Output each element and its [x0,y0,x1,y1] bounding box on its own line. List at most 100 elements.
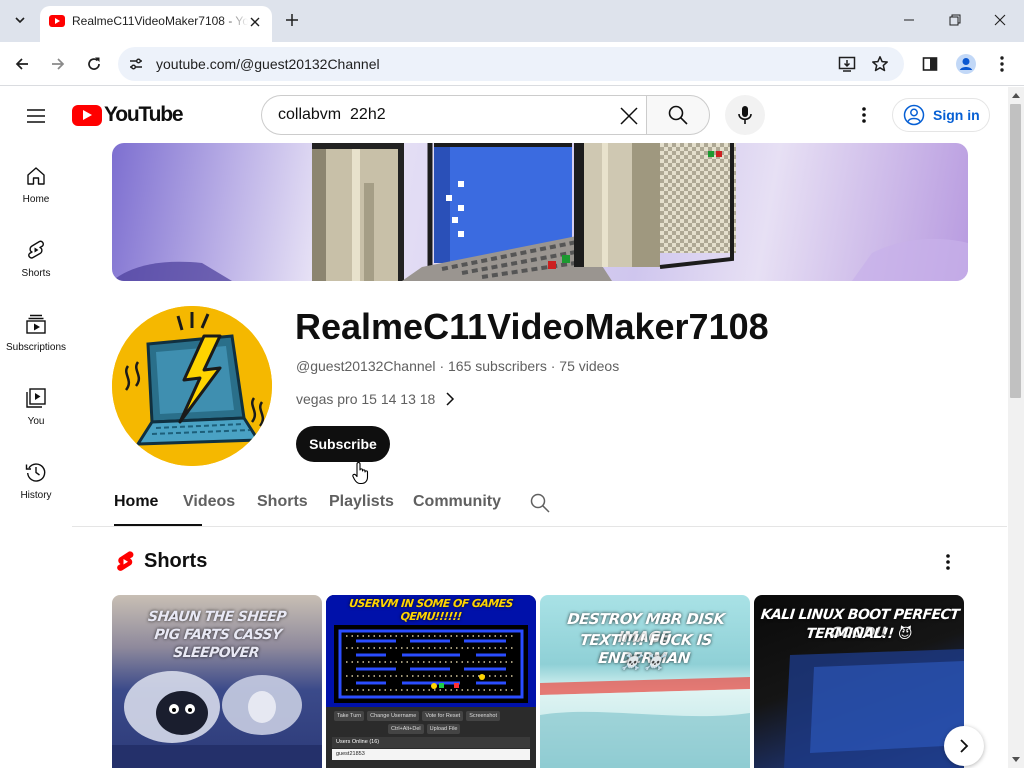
chevron-right-icon [446,392,455,406]
guide-item-history[interactable]: History [0,460,72,530]
close-icon [250,17,260,27]
scroll-down-button[interactable] [1008,752,1024,768]
youtube-favicon-icon [49,15,65,27]
back-button[interactable] [8,50,36,78]
forward-button[interactable] [44,50,72,78]
banner-pixel-computer-art [112,143,968,281]
minimize-icon [904,19,914,21]
channel-search-button[interactable] [528,491,552,515]
logo-text: YouTube [104,103,184,126]
shelf-next-button[interactable] [944,726,984,766]
guide-item-subscriptions[interactable]: Subscriptions [0,312,72,382]
address-bar[interactable]: youtube.com/@guest20132Channel [118,47,904,81]
site-info-button[interactable] [126,54,146,74]
reload-button[interactable] [80,50,108,78]
side-panel-icon [922,57,938,71]
close-icon [994,14,1006,26]
triangle-up-icon [1012,93,1020,98]
youtube-masthead: YouTube collabvm 22h2 Sign in [0,87,1008,143]
tab-playlists[interactable]: Playlists [329,493,394,511]
short-overlay-text: TERMINAL!! 😈 [805,626,913,642]
guide-item-you[interactable]: You [0,386,72,456]
vm-button: Ctrl+Alt+Del [388,724,424,734]
short-card[interactable]: DESTROY MBR DISK IMAGE TEXT!!!! FUCK IS … [540,595,750,768]
kebab-menu-icon [862,107,866,123]
bookmark-button[interactable] [869,53,891,75]
guide-item-shorts[interactable]: Shorts [0,238,72,308]
kebab-menu-icon [946,554,950,570]
restore-button[interactable] [935,6,975,34]
vm-button: Upload File [426,724,461,734]
sign-in-button[interactable]: Sign in [892,98,990,132]
tab-close-button[interactable] [246,13,264,31]
tab-videos[interactable]: Videos [183,493,235,511]
clear-search-button[interactable] [615,102,643,130]
scrollbar-thumb[interactable] [1010,104,1021,398]
short-overlay-text: USERVM IN SOME OF GAMES [348,597,514,610]
search-icon [668,105,688,125]
guide-label: History [20,490,52,501]
vm-button: Screenshot [466,711,501,721]
chevron-down-icon [15,17,25,24]
pacman-game-screen: USERVM IN SOME OF GAMES QEMU!!!!!! [326,595,536,707]
install-app-icon [838,56,856,72]
browser-tab[interactable]: RealmeC11VideoMaker7108 - YouTube [40,6,272,42]
channel-metadata: @guest20132Channel · 165 subscribers · 7… [296,358,619,374]
vm-button: Take Turn [334,711,365,721]
guide-label: Subscriptions [5,342,67,353]
chrome-menu-button[interactable] [988,50,1016,78]
meta-separator: · [439,358,445,374]
vm-button: Change Username [367,711,420,721]
plus-icon [286,14,298,26]
youtube-logo[interactable]: YouTube [72,103,184,126]
profile-icon [956,54,976,74]
tab-community[interactable]: Community [413,493,501,511]
short-card[interactable]: USERVM IN SOME OF GAMES QEMU!!!!!! Take … [326,595,536,768]
tab-title: RealmeC11VideoMaker7108 - YouTube [72,14,248,28]
shelf-menu-button[interactable] [936,550,960,574]
short-overlay-text: PIG FARTS CASSY SLEEPOVER [153,627,283,661]
site-info-icon [130,58,142,70]
search-box[interactable]: collabvm 22h2 [261,95,647,135]
browser-tab-strip: RealmeC11VideoMaker7108 - YouTube [0,0,1024,42]
tab-shorts[interactable]: Shorts [257,493,308,511]
collabvm-controls: Take Turn Change Username Vote for Reset… [326,707,536,768]
short-overlay-emoji: ☠️☠️ [621,653,669,671]
forward-arrow-icon [52,58,65,70]
channel-description-link[interactable]: vegas pro 15 14 13 18 [296,390,455,408]
url-text[interactable]: youtube.com/@guest20132Channel [156,56,380,72]
new-tab-button[interactable] [282,10,302,30]
channel-description: vegas pro 15 14 13 18 [296,391,436,407]
account-circle-icon [903,104,925,126]
vm-button: Vote for Reset [422,711,464,721]
tab-home[interactable]: Home [114,493,158,511]
guide-item-home[interactable]: Home [0,164,72,234]
search-input[interactable]: collabvm 22h2 [278,106,386,124]
channel-avatar[interactable] [112,306,272,466]
side-panel-button[interactable] [916,50,944,78]
short-card[interactable]: KALI LINUX BOOT PERFECT GOOD!! TERMINAL!… [754,595,964,768]
tab-search-button[interactable] [8,8,32,32]
profile-button[interactable] [952,50,980,78]
minimize-button[interactable] [889,6,929,34]
close-icon [620,107,638,125]
guide-menu-button[interactable] [22,102,50,130]
short-overlay-text: QEMU!!!!!! [399,610,463,623]
voice-search-button[interactable] [725,95,765,135]
youtube-play-logo-icon [72,104,102,126]
install-app-button[interactable] [836,53,858,75]
settings-menu-button[interactable] [852,103,876,127]
short-overlay-text: SHAUN THE SHEEP [147,609,287,625]
short-card[interactable]: SHAUN THE SHEEP PIG FARTS CASSY SLEEPOVE… [112,595,322,768]
you-library-icon [24,386,48,410]
window-close-button[interactable] [980,6,1020,34]
restore-icon [949,14,961,26]
subscriber-count: 165 subscribers [448,358,547,374]
reload-icon [88,57,100,70]
scroll-up-button[interactable] [1008,87,1024,103]
shorts-shelf-header: Shorts [112,548,968,576]
sign-in-label: Sign in [933,107,980,123]
search-button[interactable] [646,95,710,135]
shelf-title: Shorts [144,550,208,572]
subscribe-button[interactable]: Subscribe [296,426,390,462]
